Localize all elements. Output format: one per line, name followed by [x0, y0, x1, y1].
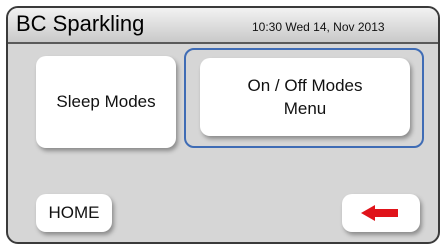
left-arrow-icon — [361, 205, 401, 221]
sleep-modes-label: Sleep Modes — [56, 92, 156, 111]
back-button[interactable] — [342, 194, 420, 232]
home-button[interactable]: HOME — [36, 194, 112, 232]
app-title: BC Sparkling — [16, 11, 145, 36]
date-time-display: 10:30 Wed 14, Nov 2013 — [252, 20, 385, 34]
title-bar: BC Sparkling 10:30 Wed 14, Nov 2013 — [8, 8, 438, 44]
sleep-modes-button[interactable]: Sleep Modes — [36, 56, 176, 148]
on-off-modes-label: On / Off Modes Menu — [248, 74, 363, 120]
on-off-modes-menu-button[interactable]: On / Off Modes Menu — [200, 58, 410, 136]
on-off-modes-label-line2: Menu — [283, 99, 327, 118]
on-off-modes-label-line1: On / Off Modes — [247, 76, 363, 95]
device-screen: BC Sparkling 10:30 Wed 14, Nov 2013 Slee… — [6, 6, 440, 244]
home-label: HOME — [48, 203, 100, 222]
